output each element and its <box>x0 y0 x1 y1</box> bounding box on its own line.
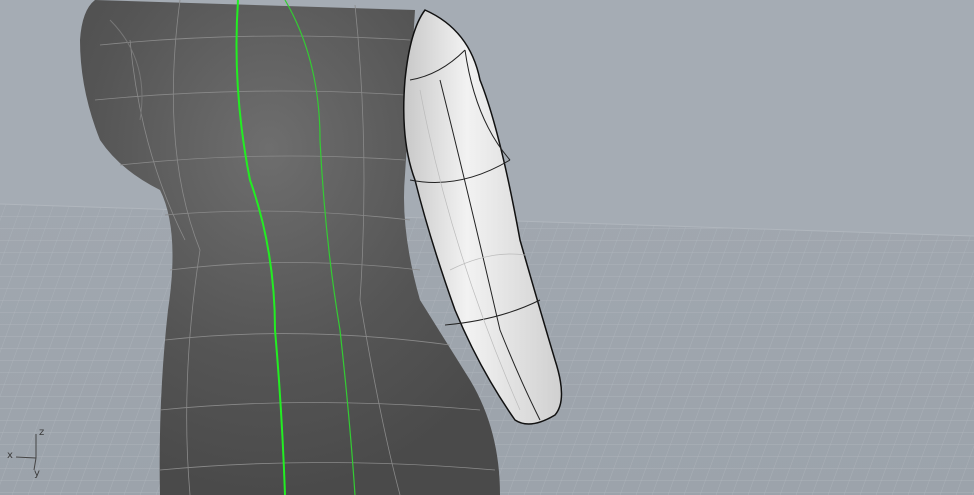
y-axis-label: y <box>34 468 40 479</box>
3d-viewport[interactable]: z x y <box>0 0 974 495</box>
x-axis-label: x <box>7 450 13 461</box>
z-axis-label: z <box>39 427 44 438</box>
